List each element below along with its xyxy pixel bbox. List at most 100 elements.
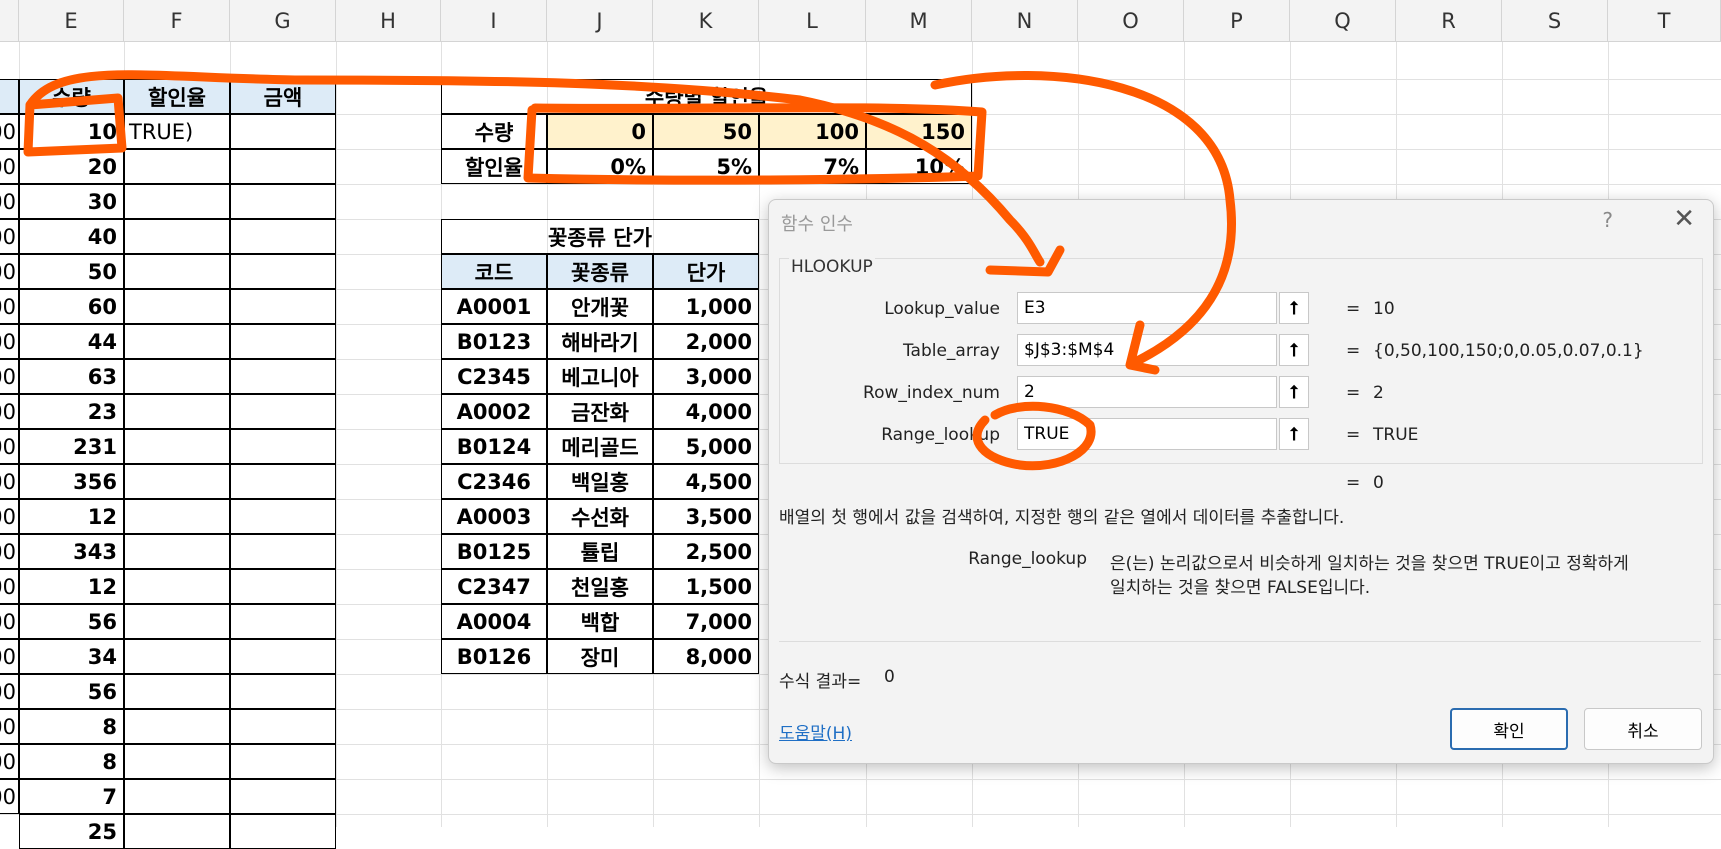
- discount-rate-cell[interactable]: [124, 359, 230, 394]
- clipped-cell[interactable]: 00: [0, 324, 19, 359]
- column-header-e[interactable]: E: [19, 0, 124, 42]
- amount-cell[interactable]: [230, 639, 336, 674]
- cancel-button[interactable]: 취소: [1584, 708, 1702, 750]
- amount-cell[interactable]: [230, 814, 336, 849]
- amount-cell[interactable]: [230, 744, 336, 779]
- clipped-cell[interactable]: 00: [0, 289, 19, 324]
- column-header-o[interactable]: O: [1078, 0, 1184, 42]
- column-header-h[interactable]: H: [336, 0, 441, 42]
- qty-cell[interactable]: 50: [19, 254, 124, 289]
- flower-header-price[interactable]: 단가: [653, 254, 759, 289]
- amount-cell[interactable]: [230, 114, 336, 149]
- amount-cell[interactable]: [230, 219, 336, 254]
- flower-kind-cell[interactable]: 금잔화: [547, 394, 653, 429]
- discount-rate-cell[interactable]: [124, 149, 230, 184]
- discount-rate-cell[interactable]: [124, 289, 230, 324]
- table-array-input[interactable]: [1017, 334, 1277, 366]
- amount-cell[interactable]: [230, 289, 336, 324]
- clipped-cell[interactable]: 00: [0, 219, 19, 254]
- qty-table-header[interactable]: 할인율: [124, 79, 230, 114]
- flower-kind-cell[interactable]: 백일홍: [547, 464, 653, 499]
- help-link[interactable]: 도움말(H): [779, 719, 852, 744]
- ok-button[interactable]: 확인: [1450, 708, 1568, 750]
- flower-header-code[interactable]: 코드: [441, 254, 547, 289]
- discount-qty-cell[interactable]: 50: [653, 114, 759, 149]
- flower-kind-cell[interactable]: 장미: [547, 639, 653, 674]
- lookup-value-input[interactable]: [1017, 292, 1277, 324]
- flower-kind-cell[interactable]: 해바라기: [547, 324, 653, 359]
- flower-kind-cell[interactable]: 천일홍: [547, 569, 653, 604]
- discount-table-title[interactable]: 수량별 할인율: [441, 79, 972, 114]
- discount-rate-cell[interactable]: [124, 674, 230, 709]
- discount-rate-cell[interactable]: [124, 254, 230, 289]
- clipped-header-cell[interactable]: [0, 79, 19, 114]
- flower-code-cell[interactable]: C2347: [441, 569, 547, 604]
- clipped-cell[interactable]: 00: [0, 709, 19, 744]
- qty-cell[interactable]: 23: [19, 394, 124, 429]
- discount-rate-cell[interactable]: TRUE): [124, 114, 230, 149]
- qty-cell[interactable]: 8: [19, 709, 124, 744]
- amount-cell[interactable]: [230, 499, 336, 534]
- qty-cell[interactable]: 34: [19, 639, 124, 674]
- flower-code-cell[interactable]: B0123: [441, 324, 547, 359]
- discount-rate-cell[interactable]: [124, 394, 230, 429]
- clipped-cell[interactable]: 00: [0, 114, 19, 149]
- column-header-p[interactable]: P: [1184, 0, 1290, 42]
- discount-rate-cell[interactable]: [124, 779, 230, 814]
- clipped-cell[interactable]: 00: [0, 429, 19, 464]
- discount-rate-cell[interactable]: [124, 499, 230, 534]
- flower-price-cell[interactable]: 8,000: [653, 639, 759, 674]
- discount-rate-cell[interactable]: [124, 814, 230, 849]
- column-header-t[interactable]: T: [1608, 0, 1721, 42]
- qty-table-header[interactable]: 금액: [230, 79, 336, 114]
- flower-kind-cell[interactable]: 백합: [547, 604, 653, 639]
- amount-cell[interactable]: [230, 184, 336, 219]
- collapse-dialog-icon[interactable]: ⭡: [1279, 334, 1309, 366]
- amount-cell[interactable]: [230, 569, 336, 604]
- qty-cell[interactable]: 7: [19, 779, 124, 814]
- flower-code-cell[interactable]: B0126: [441, 639, 547, 674]
- qty-cell[interactable]: 12: [19, 499, 124, 534]
- flower-kind-cell[interactable]: 베고니아: [547, 359, 653, 394]
- discount-rate-cell[interactable]: [124, 534, 230, 569]
- clipped-cell[interactable]: 00: [0, 779, 19, 814]
- discount-rate-cell[interactable]: 0%: [547, 149, 653, 184]
- column-header-l[interactable]: L: [759, 0, 866, 42]
- flower-code-cell[interactable]: A0003: [441, 499, 547, 534]
- clipped-cell[interactable]: 00: [0, 464, 19, 499]
- amount-cell[interactable]: [230, 254, 336, 289]
- discount-rate-cell[interactable]: 7%: [759, 149, 866, 184]
- flower-kind-cell[interactable]: 안개꽃: [547, 289, 653, 324]
- clipped-cell[interactable]: 00: [0, 394, 19, 429]
- column-header-i[interactable]: I: [441, 0, 547, 42]
- flower-price-cell[interactable]: 1,500: [653, 569, 759, 604]
- discount-qty-cell[interactable]: 100: [759, 114, 866, 149]
- qty-cell[interactable]: 60: [19, 289, 124, 324]
- help-icon[interactable]: ?: [1602, 208, 1613, 232]
- clipped-cell[interactable]: 00: [0, 499, 19, 534]
- flower-code-cell[interactable]: A0002: [441, 394, 547, 429]
- collapse-dialog-icon[interactable]: ⭡: [1279, 292, 1309, 324]
- row-index-num-input[interactable]: [1017, 376, 1277, 408]
- qty-cell[interactable]: 12: [19, 569, 124, 604]
- clipped-cell[interactable]: 00: [0, 254, 19, 289]
- flower-price-cell[interactable]: 4,500: [653, 464, 759, 499]
- flower-code-cell[interactable]: A0001: [441, 289, 547, 324]
- close-icon[interactable]: ✕: [1673, 204, 1695, 234]
- amount-cell[interactable]: [230, 779, 336, 814]
- amount-cell[interactable]: [230, 709, 336, 744]
- discount-qty-cell[interactable]: 0: [547, 114, 653, 149]
- clipped-cell[interactable]: 00: [0, 569, 19, 604]
- discount-qty-cell[interactable]: 150: [866, 114, 972, 149]
- column-header-m[interactable]: M: [866, 0, 972, 42]
- clipped-cell[interactable]: 00: [0, 184, 19, 219]
- clipped-cell[interactable]: 00: [0, 639, 19, 674]
- column-header-s[interactable]: S: [1502, 0, 1608, 42]
- column-header-n[interactable]: N: [972, 0, 1078, 42]
- qty-cell[interactable]: 20: [19, 149, 124, 184]
- qty-table-header[interactable]: 수량: [19, 79, 124, 114]
- clipped-cell[interactable]: 00: [0, 744, 19, 779]
- discount-rate-cell[interactable]: [124, 639, 230, 674]
- flower-code-cell[interactable]: C2346: [441, 464, 547, 499]
- range-lookup-input[interactable]: [1017, 418, 1277, 450]
